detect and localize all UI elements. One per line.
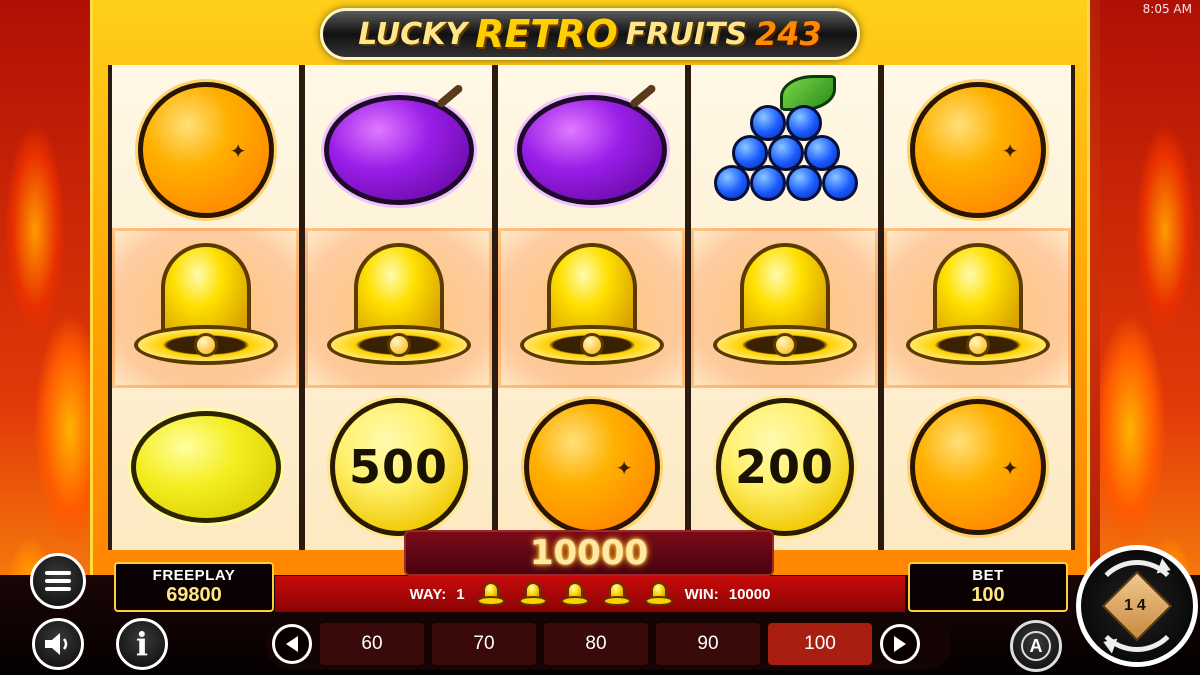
reel-2: 500 [305, 65, 492, 550]
symbol-cell [498, 70, 685, 230]
symbol-cell [691, 70, 878, 230]
spin-badge-text: 14 [1124, 596, 1150, 614]
game-logo: LUCKY RETRO FRUITS 243 [320, 8, 860, 60]
orange-icon: ✦ [523, 399, 660, 535]
symbol-cell [112, 387, 299, 547]
win-value: 10000 [728, 585, 771, 603]
coin-value: 200 [734, 440, 835, 494]
bet-selector: 60 70 80 90 100 [266, 618, 951, 670]
reel-area: ✦ 500 ✦ 200 ✦ ✦ [108, 65, 1075, 550]
bell-icon [559, 580, 591, 608]
bet-prev-button[interactable] [272, 624, 312, 664]
bell-icon [705, 233, 865, 383]
reel-3: ✦ [498, 65, 685, 550]
symbol-cell-winning [884, 228, 1071, 388]
menu-button[interactable] [30, 553, 86, 609]
plum-icon [516, 83, 667, 205]
grapes-icon [710, 75, 860, 225]
spin-button[interactable]: 14 [1076, 545, 1198, 667]
info-button[interactable]: i [116, 618, 168, 670]
game-stage: 8:05 AM LUCKY RETRO FRUITS 243 ✦ 500 ✦ 2… [0, 0, 1200, 675]
autoplay-button[interactable]: A [1010, 620, 1062, 672]
way-label: WAY: [409, 585, 447, 603]
bet-panel: BET 100 [908, 562, 1068, 612]
freeplay-balance-panel: FREEPLAY 69800 [114, 562, 274, 612]
win-label: WIN: [684, 585, 719, 603]
freeplay-value: 69800 [166, 584, 222, 606]
reel-4: 200 [691, 65, 878, 550]
coin-icon: 200 [715, 398, 854, 536]
win-amount-display: 10000 [404, 530, 774, 576]
symbol-cell: ✦ [112, 70, 299, 230]
symbol-cell-winning [112, 228, 299, 388]
info-icon: i [135, 625, 149, 663]
arrow-left-icon [286, 636, 298, 652]
logo-word-243: 243 [754, 15, 822, 53]
bet-option[interactable]: 80 [544, 623, 648, 665]
way-value: 1 [456, 585, 465, 603]
reel-5: ✦ ✦ [884, 65, 1071, 550]
autoplay-icon: A [1021, 631, 1051, 661]
plum-icon [323, 83, 474, 205]
arrow-right-icon [894, 636, 906, 652]
bell-icon [601, 580, 633, 608]
bell-icon [517, 580, 549, 608]
bell-icon [512, 233, 672, 383]
freeplay-label: FREEPLAY [152, 567, 236, 584]
orange-icon: ✦ [137, 82, 274, 218]
logo-word-retro: RETRO [475, 12, 618, 56]
bell-icon [643, 580, 675, 608]
bell-icon [898, 233, 1058, 383]
bet-option[interactable]: 90 [656, 623, 760, 665]
bell-icon [126, 233, 286, 383]
symbol-cell [305, 70, 492, 230]
speaker-icon [45, 633, 68, 655]
reel-1: ✦ [112, 65, 299, 550]
logo-word-lucky: LUCKY [358, 16, 468, 52]
bell-icon [319, 233, 479, 383]
bet-option[interactable]: 60 [320, 623, 424, 665]
bet-value: 100 [971, 584, 1005, 606]
bet-option-selected[interactable]: 100 [768, 623, 872, 665]
coin-icon: 500 [329, 398, 468, 536]
orange-icon: ✦ [909, 399, 1046, 535]
bell-icon [475, 580, 507, 608]
logo-word-fruits: FRUITS [625, 16, 747, 52]
symbol-cell: 500 [305, 387, 492, 547]
win-amount: 10000 [529, 533, 649, 573]
sound-button[interactable] [32, 618, 84, 670]
symbol-cell-winning [498, 228, 685, 388]
hamburger-icon [45, 571, 71, 591]
symbol-cell: ✦ [884, 70, 1071, 230]
bet-label: BET [972, 567, 1004, 584]
symbol-cell: ✦ [884, 387, 1071, 547]
bet-next-button[interactable] [880, 624, 920, 664]
symbol-cell-winning [691, 228, 878, 388]
symbol-cell-winning [305, 228, 492, 388]
bet-option[interactable]: 70 [432, 623, 536, 665]
win-info-strip: WAY: 1 WIN: 10000 [275, 576, 905, 612]
autoplay-label: A [1029, 635, 1043, 656]
orange-icon: ✦ [909, 82, 1046, 218]
system-clock: 8:05 AM [1142, 2, 1192, 16]
symbol-cell: 200 [691, 387, 878, 547]
coin-value: 500 [348, 440, 449, 494]
lemon-icon [130, 411, 281, 523]
symbol-cell: ✦ [498, 387, 685, 547]
